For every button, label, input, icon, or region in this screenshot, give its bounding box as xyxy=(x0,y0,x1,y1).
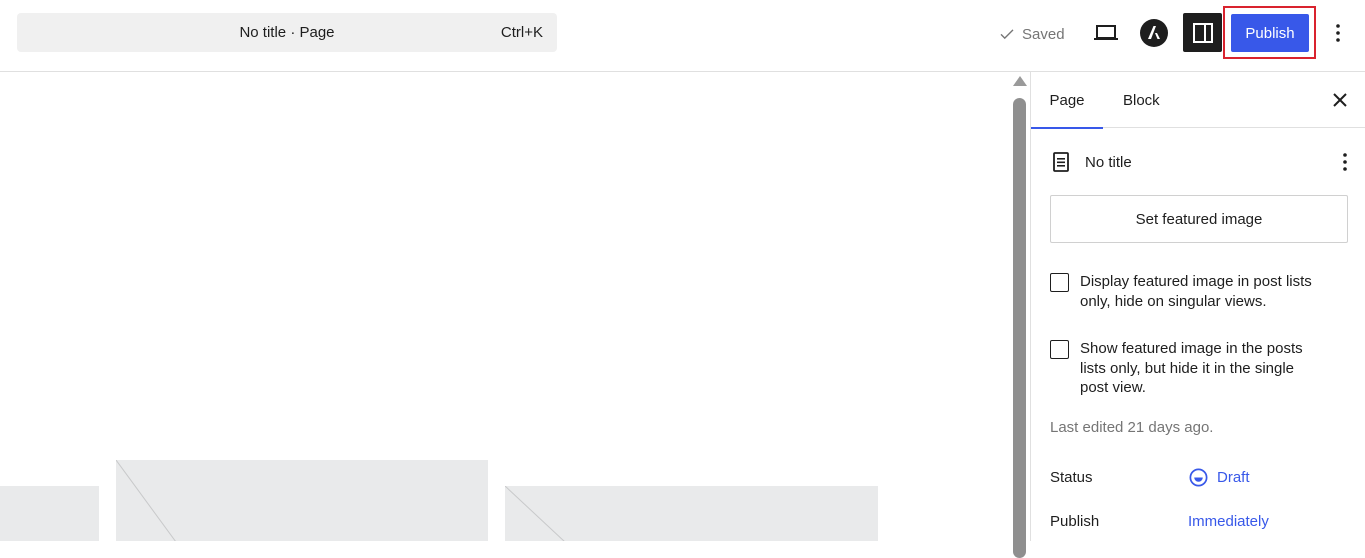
scroll-up-arrow[interactable] xyxy=(1013,76,1027,86)
publish-button[interactable]: Publish xyxy=(1231,14,1309,52)
placeholder-diagonal xyxy=(116,460,176,541)
set-featured-image-button[interactable]: Set featured image xyxy=(1050,195,1348,243)
publish-value: Immediately xyxy=(1188,512,1269,530)
editor-header: No title · Page Ctrl+K Saved Publish xyxy=(0,0,1365,72)
show-featured-label: Show featured image in the posts lists o… xyxy=(1080,340,1303,396)
status-value: Draft xyxy=(1217,468,1250,486)
status-label: Status xyxy=(1050,468,1093,486)
tab-page[interactable]: Page xyxy=(1031,72,1103,129)
saved-indicator: Saved xyxy=(998,22,1065,46)
preview-button[interactable] xyxy=(1086,13,1126,53)
command-palette-bar[interactable]: No title · Page Ctrl+K xyxy=(17,13,557,52)
command-bar-title: No title · Page xyxy=(239,24,335,41)
astra-settings-button[interactable] xyxy=(1134,13,1174,53)
status-value-button[interactable]: Draft xyxy=(1188,467,1250,488)
sidebar-toggle-icon xyxy=(1192,22,1213,43)
close-icon xyxy=(1333,93,1347,107)
scroll-thumb[interactable] xyxy=(1013,98,1026,558)
display-featured-checkbox[interactable] xyxy=(1050,273,1069,292)
show-featured-option: Show featured image in the posts lists o… xyxy=(1050,339,1330,398)
last-edited-text: Last edited 21 days ago. xyxy=(1050,419,1214,436)
laptop-icon xyxy=(1094,25,1118,40)
image-placeholder[interactable] xyxy=(505,486,878,541)
display-featured-option: Display featured image in post lists onl… xyxy=(1050,272,1330,311)
settings-sidebar-toggle[interactable] xyxy=(1183,13,1222,52)
editor-canvas[interactable] xyxy=(0,72,1010,541)
publish-row: Publish Immediately xyxy=(1050,509,1350,533)
close-sidebar-button[interactable] xyxy=(1328,88,1352,112)
document-summary: No title xyxy=(1051,148,1351,176)
publish-value-button[interactable]: Immediately xyxy=(1188,513,1269,530)
command-bar-shortcut: Ctrl+K xyxy=(500,24,543,41)
display-featured-label: Display featured image in post lists onl… xyxy=(1080,273,1312,310)
options-menu-button[interactable] xyxy=(1318,13,1358,53)
vertical-dots-icon xyxy=(1343,153,1347,171)
image-placeholder[interactable] xyxy=(116,460,488,541)
canvas-scrollbar[interactable] xyxy=(1010,72,1030,558)
status-row: Status Draft xyxy=(1050,465,1350,489)
placeholder-diagonal xyxy=(505,486,565,541)
tab-block[interactable]: Block xyxy=(1105,72,1178,128)
image-placeholder[interactable] xyxy=(0,486,99,541)
document-actions-button[interactable] xyxy=(1333,150,1357,174)
draft-status-icon xyxy=(1189,468,1208,486)
check-icon xyxy=(1000,29,1014,40)
saved-label: Saved xyxy=(1022,25,1065,43)
document-title: No title xyxy=(1085,153,1132,171)
vertical-dots-icon xyxy=(1336,24,1340,42)
astra-logo-icon xyxy=(1140,19,1168,47)
publish-label: Publish xyxy=(1050,512,1100,530)
sidebar-tabs: Page Block xyxy=(1031,72,1365,129)
page-document-icon xyxy=(1053,152,1069,172)
show-featured-checkbox[interactable] xyxy=(1050,340,1069,359)
settings-sidebar: Page Block No title Set featured image D… xyxy=(1030,72,1365,541)
